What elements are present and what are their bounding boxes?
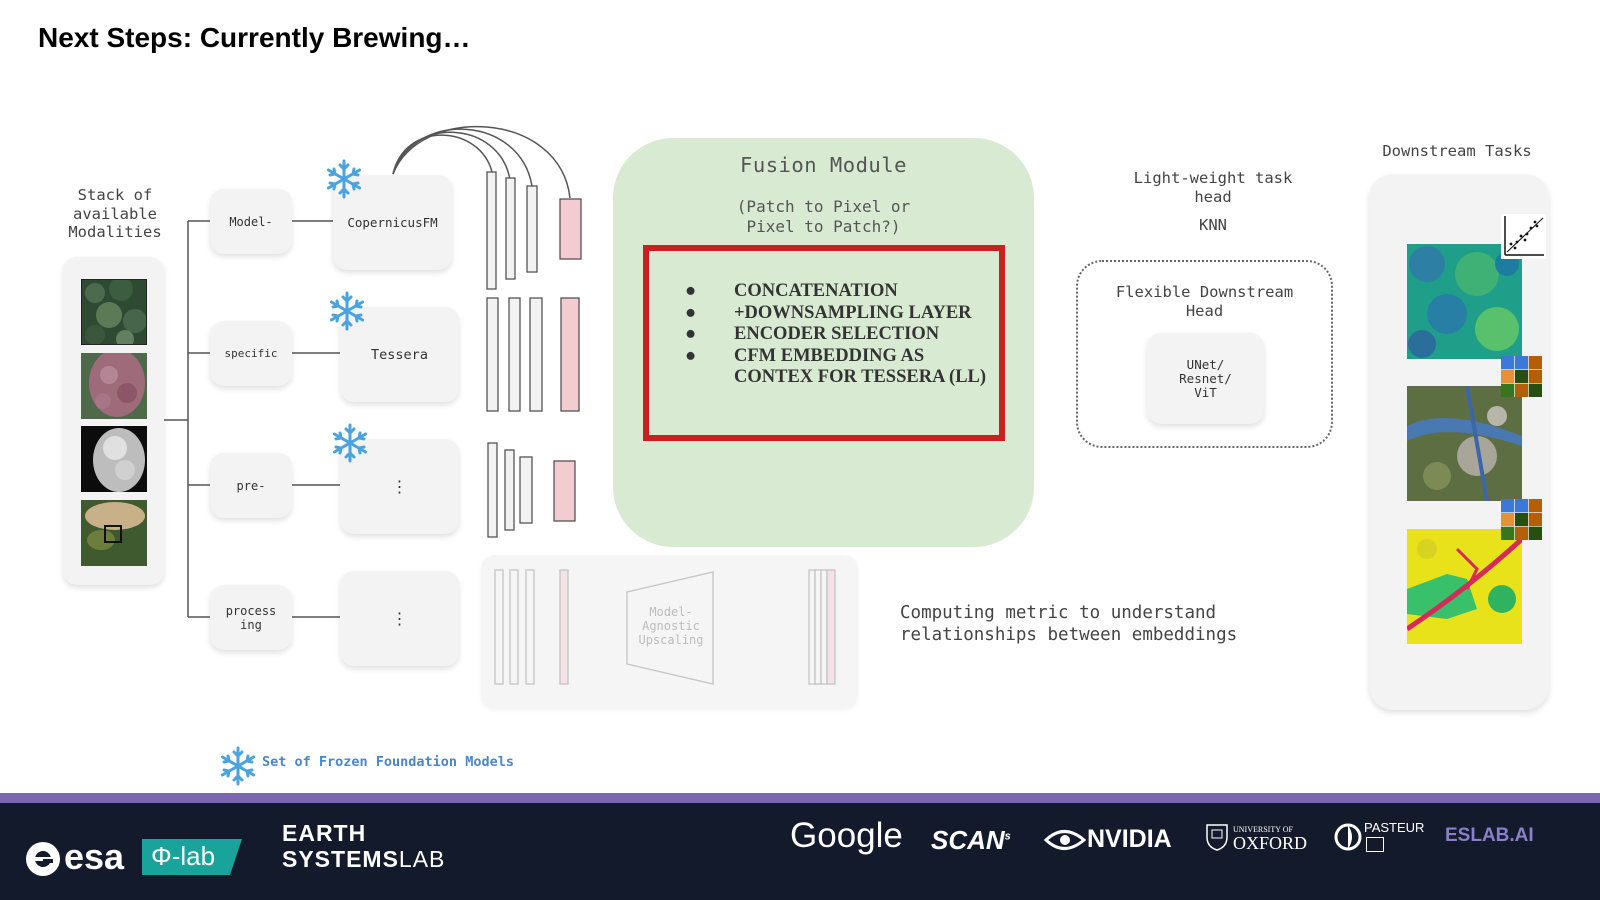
cloud-mask-thumbnail[interactable] — [81, 426, 147, 492]
fusion-title: Fusion Module — [740, 153, 907, 177]
systemslab-logo-line: SYSTEMSLAB — [282, 846, 445, 873]
oxford-logo: OXFORD — [1233, 833, 1308, 853]
forest-rgb-thumbnail[interactable] — [81, 279, 147, 345]
confusion-matrix-icon — [1501, 356, 1542, 397]
flexible-head-label: Flexible Downstream Head — [1076, 283, 1333, 321]
nvidia-eye-icon — [1044, 830, 1086, 850]
fusion-option: ● +DOWNSAMPLING LAYER — [685, 303, 994, 325]
systems-word: SYSTEMS — [282, 846, 399, 872]
fusion-option-text: CONCATENATION — [734, 281, 898, 301]
preprocessing-card-3[interactable]: pre- — [210, 453, 292, 518]
fusion-subtitle-line: (Patch to Pixel or — [736, 197, 911, 216]
preprocessing-label: process ing — [225, 603, 277, 632]
preprocessing-card-2[interactable]: specific — [210, 321, 292, 386]
task-head-line: Light-weight task — [1133, 169, 1293, 187]
bullet-icon: ● — [685, 345, 697, 366]
preprocessing-label: pre- — [236, 478, 266, 493]
oxford-crest-icon — [1206, 824, 1228, 851]
embedding-bars-row2 — [486, 297, 580, 412]
foundation-model-label: CopernicusFM — [347, 215, 438, 230]
fusion-option: ● ENCODER SELECTION — [685, 324, 994, 346]
upscaling-label: Model- Agnostic Upscaling — [638, 605, 704, 647]
segmentation-output-map-2[interactable] — [1407, 529, 1522, 644]
fusion-option-text: CFM EMBEDDING AS CONTEX FOR TESSERA (LL) — [734, 345, 987, 388]
nvidia-logo: NVIDIA — [1087, 825, 1172, 853]
fusion-option-text: +DOWNSAMPLING LAYER — [734, 302, 972, 323]
philab-logo: Φ-lab — [151, 841, 216, 871]
foundation-model-label: ⋮ — [391, 477, 408, 496]
google-logo: Google — [790, 816, 903, 855]
legend-text: Set of Frozen Foundation Models — [262, 754, 514, 770]
confusion-matrix-icon — [1501, 499, 1542, 540]
fusion-subtitle-line: Pixel to Patch?) — [746, 217, 901, 236]
bullet-icon: ● — [685, 302, 697, 323]
eslab-logo: ESLAB.AI — [1445, 825, 1534, 846]
fusion-subtitle: (Patch to Pixel or Pixel to Patch?) — [613, 197, 1034, 237]
modalities-label-text: Stack of available Modalities — [68, 186, 162, 241]
downstream-label: Downstream Tasks — [1382, 142, 1532, 160]
preprocessing-card-4[interactable]: process ing — [210, 585, 292, 650]
forest-falsecolor-thumbnail[interactable] — [81, 353, 147, 419]
modalities-panel — [63, 257, 164, 585]
fusion-option: ● CONCATENATION — [685, 281, 994, 303]
compute-metric-line: Computing metric to understand — [900, 603, 1217, 623]
snowflake-icon — [332, 423, 368, 463]
head-model-label: UNet/ — [1186, 356, 1225, 372]
field-patch-thumbnail[interactable] — [81, 500, 147, 566]
task-head-line: head — [1194, 188, 1232, 206]
bullet-icon: ● — [685, 324, 697, 344]
task-head-label: Light-weight task head — [1113, 169, 1313, 207]
foundation-model-4[interactable]: ⋮ — [340, 571, 459, 666]
fusion-option-text: ENCODER SELECTION — [734, 324, 940, 344]
earth-logo-line: EARTH — [282, 820, 367, 846]
preprocessing-label: specific — [224, 346, 278, 360]
fusion-options-list: ● CONCATENATION ● +DOWNSAMPLING LAYER ● ENC… — [685, 281, 994, 389]
scatter-plot-icon — [1501, 214, 1546, 259]
head-model-label: ViT — [1194, 384, 1217, 400]
task-head-method: KNN — [1199, 216, 1227, 234]
preprocessing-label: Model- — [229, 214, 273, 229]
pasteur-logo-icon — [1334, 823, 1362, 851]
preprocessing-card-1[interactable]: Model- — [210, 189, 292, 254]
fusion-options-box: ● CONCATENATION ● +DOWNSAMPLING LAYER ● ENC… — [643, 245, 1005, 441]
fusion-option: ● CFM EMBEDDING AS CONTEX FOR TESSERA (LL… — [685, 346, 994, 389]
foundation-model-label: ⋮ — [391, 609, 408, 628]
segmentation-output-map-1[interactable] — [1407, 386, 1522, 501]
downstream-panel — [1369, 174, 1549, 710]
pasteur-logo: PASTEUR — [1364, 820, 1425, 835]
esa-logo-icon — [26, 842, 60, 876]
head-models-card[interactable]: UNet/ Resnet/ ViT — [1147, 333, 1264, 424]
bullet-icon: ● — [685, 281, 697, 301]
head-model-label: Resnet/ — [1179, 370, 1232, 386]
foundation-model-label: Tessera — [371, 346, 428, 363]
footer-stripe — [0, 793, 1600, 803]
pasteur-badge — [1366, 837, 1384, 852]
regression-output-map[interactable] — [1407, 244, 1522, 359]
snowflake-icon — [220, 746, 256, 786]
embedding-bars-row1 — [486, 171, 582, 290]
snowflake-icon — [329, 291, 365, 331]
compute-metric-line: relationships between embeddings — [900, 624, 1238, 645]
embedding-bars-row3 — [487, 442, 576, 538]
esa-logo: esa — [64, 836, 125, 877]
lab-word: LAB — [398, 846, 446, 872]
upscaling-panel: Model- Agnostic Upscaling — [481, 555, 858, 708]
scan-logo: SCANs — [931, 825, 1011, 855]
compute-metric-text: Computing metric to understand relations… — [900, 603, 1238, 646]
flexible-head-line: Head — [1185, 302, 1224, 320]
snowflake-icon — [326, 159, 362, 199]
footer: esa Φ-lab EARTH SYSTEMSLAB Google SCANs … — [0, 803, 1600, 900]
modalities-label: Stack of available Modalities — [58, 186, 172, 242]
flexible-head-line: Flexible Downstream — [1115, 283, 1294, 301]
scan-word: SCAN — [931, 825, 1005, 855]
